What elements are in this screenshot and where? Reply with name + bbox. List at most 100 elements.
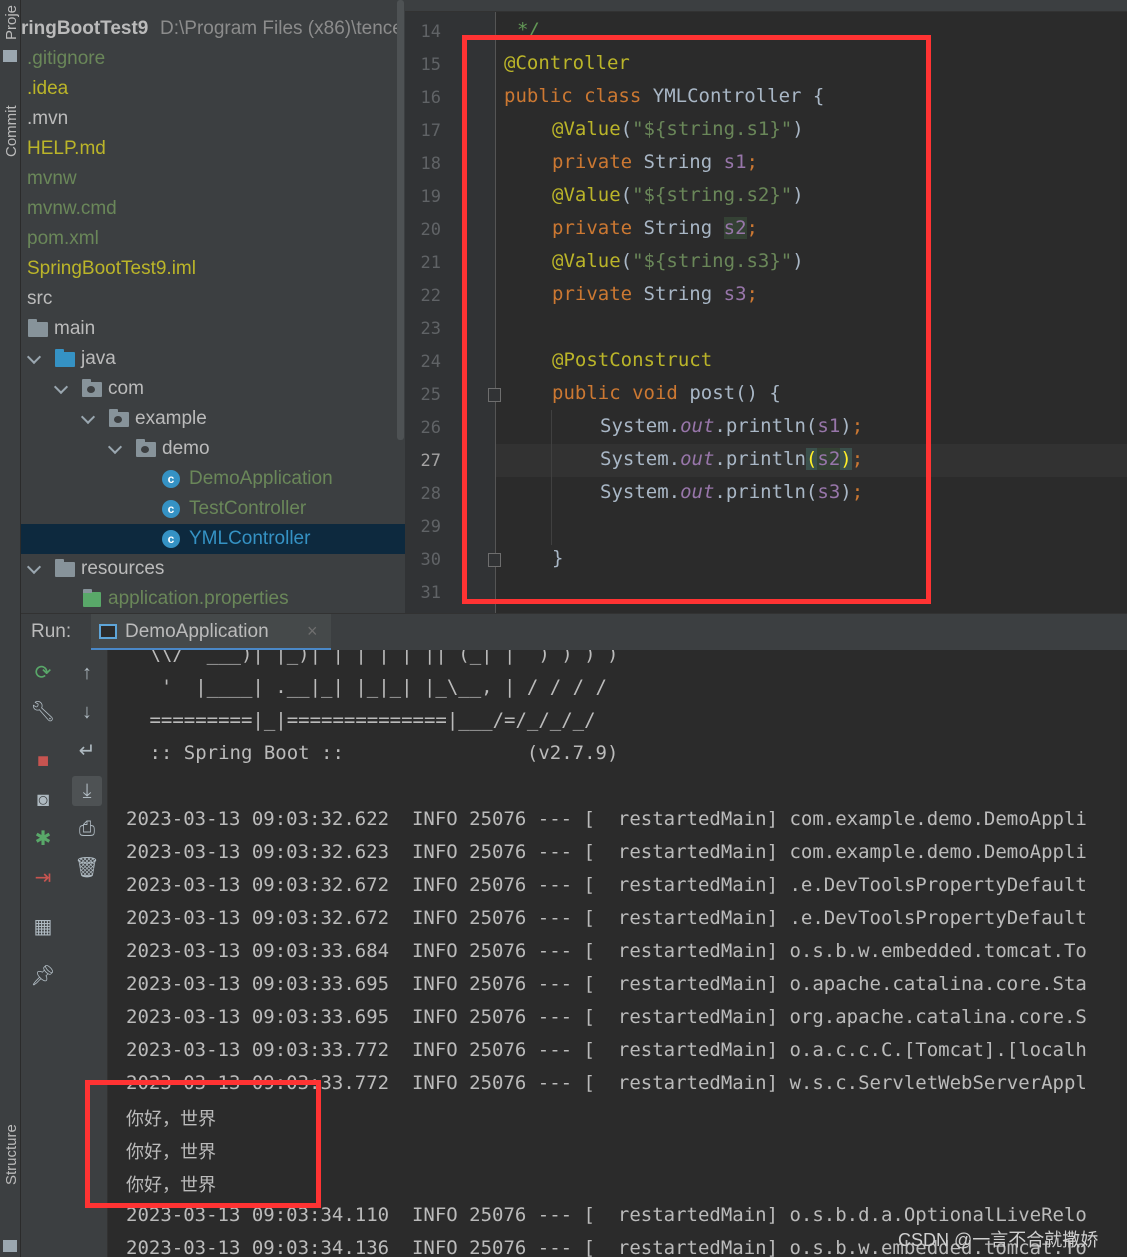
line-number: 20: [420, 220, 441, 240]
tree-item-label: YMLController: [189, 528, 311, 549]
console-log-line: 2023-03-13 09:03:32.672 INFO 25076 --- […: [126, 874, 1087, 896]
console-banner-line: =========|_|==============|___/=/_/_/_/: [138, 709, 596, 731]
tree-item-demo[interactable]: demo: [21, 434, 405, 464]
soft-wrap-icon[interactable]: ↵: [74, 738, 100, 764]
project-scrollbar[interactable]: [397, 0, 404, 440]
tree-item-resources[interactable]: resources: [21, 554, 405, 584]
commit-tool-tab[interactable]: Commit: [0, 95, 21, 165]
close-icon[interactable]: ×: [307, 621, 318, 642]
pin-icon[interactable]: 📌︎: [30, 963, 56, 989]
line-number: 22: [420, 286, 441, 306]
trash-icon[interactable]: 🗑︎: [74, 855, 100, 881]
tree-item-demo-application[interactable]: c DemoApplication: [21, 464, 405, 494]
package-icon: [82, 379, 102, 397]
arrow-down-icon[interactable]: ↓: [74, 699, 100, 725]
line-number: 24: [420, 352, 441, 372]
tree-item-java[interactable]: java: [21, 344, 405, 374]
line-number: 21: [420, 253, 441, 273]
tree-item-mvn[interactable]: .mvn: [21, 104, 405, 134]
tree-item-main[interactable]: main: [21, 314, 405, 344]
editor-tab-bar: [405, 0, 1127, 12]
chevron-down-icon[interactable]: [54, 374, 68, 404]
structure-tab-label: Structure: [3, 1124, 20, 1185]
chevron-down-icon[interactable]: [108, 434, 122, 464]
tree-item-application-properties[interactable]: application.properties: [21, 584, 405, 613]
tree-item-yml-controller[interactable]: c YMLController: [21, 524, 405, 554]
tool-window-strip: Proje Commit Structure: [0, 0, 21, 1257]
chevron-down-icon[interactable]: [27, 554, 41, 584]
tree-item-label: .mvn: [27, 108, 69, 129]
properties-file-icon: [83, 589, 101, 607]
console-banner-line: ' |____| .__|_| |_|_| |_\__, | / / / /: [138, 676, 607, 698]
chevron-down-icon[interactable]: [27, 344, 41, 374]
console-log-line: 2023-03-13 09:03:33.695 INFO 25076 --- […: [126, 973, 1087, 995]
structure-tool-tab[interactable]: Structure: [0, 1110, 21, 1210]
exit-icon[interactable]: ⇥: [30, 865, 56, 891]
tree-item-label: resources: [81, 558, 165, 579]
project-panel-header: [21, 0, 405, 10]
chevron-down-icon[interactable]: [81, 404, 95, 434]
tree-root-path: D:\Program Files (x86)\tence: [160, 18, 403, 39]
tree-item-idea[interactable]: .idea: [21, 74, 405, 104]
project-tool-tab[interactable]: Proje: [0, 0, 21, 40]
tree-item-label: SpringBootTest9.iml: [27, 258, 196, 279]
tree-item-com[interactable]: com: [21, 374, 405, 404]
tree-item-label: pom.xml: [27, 228, 99, 249]
line-number: 14: [420, 22, 441, 42]
console-log-line: 2023-03-13 09:03:33.684 INFO 25076 --- […: [126, 940, 1087, 962]
line-number: 30: [420, 550, 441, 570]
tree-item-src[interactable]: src: [21, 284, 405, 314]
tree-item-label: .gitignore: [27, 48, 106, 69]
console-log-line: 2023-03-13 09:03:32.623 INFO 25076 --- […: [126, 841, 1087, 863]
debug-bug-icon[interactable]: ✱: [30, 826, 56, 852]
tree-item-test-controller[interactable]: c TestController: [21, 494, 405, 524]
run-tab-demo-application[interactable]: DemoApplication ×: [91, 614, 331, 651]
arrow-up-icon[interactable]: ↑: [74, 660, 100, 686]
tree-item-pom-xml[interactable]: pom.xml: [21, 224, 405, 254]
tree-item-label: HELP.md: [27, 138, 106, 159]
package-icon: [136, 439, 156, 457]
project-tree-panel: ringBootTest9 D:\Program Files (x86)\ten…: [21, 0, 405, 613]
watermark-text: CSDN @一言不合就撒娇: [898, 1230, 1099, 1250]
console-log-line: 2023-03-13 09:03:33.695 INFO 25076 --- […: [126, 1006, 1087, 1028]
code-highlight-box: [462, 35, 931, 604]
tree-item-label: example: [135, 408, 207, 429]
commit-tab-label: Commit: [3, 105, 20, 157]
tree-item-mvnw[interactable]: mvnw: [21, 164, 405, 194]
console-log-line: 2023-03-13 09:03:32.622 INFO 25076 --- […: [126, 808, 1087, 830]
tree-item-label: TestController: [189, 498, 307, 519]
console-log-line: 2023-03-13 09:03:33.772 INFO 25076 --- […: [126, 1039, 1087, 1061]
tree-item-label: mvnw.cmd: [27, 198, 117, 219]
console-banner-line: :: Spring Boot :: (v2.7.9): [138, 742, 619, 764]
class-icon: c: [162, 470, 180, 488]
line-number-current: 27: [420, 451, 441, 471]
line-number: 29: [420, 517, 441, 537]
tree-item-gitignore[interactable]: .gitignore: [21, 44, 405, 74]
wrench-icon[interactable]: 🔧︎: [30, 699, 56, 725]
tree-item-label: mvnw: [27, 168, 77, 189]
run-toolbar-primary: ⟳ 🔧︎ ■ ◙ ✱ ⇥ ▦ 📌︎: [21, 650, 66, 1257]
rerun-icon[interactable]: ⟳: [30, 660, 56, 686]
tree-root-name: ringBootTest9: [21, 18, 149, 39]
tree-item-example[interactable]: example: [21, 404, 405, 434]
tree-item-label: src: [27, 288, 53, 309]
tree-item-help-md[interactable]: HELP.md: [21, 134, 405, 164]
line-number: 26: [420, 418, 441, 438]
tree-item-iml[interactable]: SpringBootTest9.iml: [21, 254, 405, 284]
project-tab-label: Proje: [3, 4, 20, 40]
class-icon: c: [162, 500, 180, 518]
scroll-to-end-icon[interactable]: ⤓: [72, 776, 102, 806]
tree-item-label: DemoApplication: [189, 468, 333, 489]
print-icon[interactable]: ⎙: [74, 816, 100, 842]
tree-root-row[interactable]: ringBootTest9 D:\Program Files (x86)\ten…: [21, 14, 405, 44]
run-label: Run:: [31, 621, 72, 642]
layout-icon[interactable]: ▦: [30, 914, 56, 940]
tree-item-label: com: [108, 378, 144, 399]
line-number: 23: [420, 319, 441, 339]
line-number: 31: [420, 583, 441, 603]
run-tab-label: DemoApplication: [125, 621, 269, 642]
package-icon: [109, 409, 129, 427]
tree-item-mvnw-cmd[interactable]: mvnw.cmd: [21, 194, 405, 224]
stop-icon[interactable]: ■: [30, 748, 56, 774]
camera-icon[interactable]: ◙: [30, 787, 56, 813]
